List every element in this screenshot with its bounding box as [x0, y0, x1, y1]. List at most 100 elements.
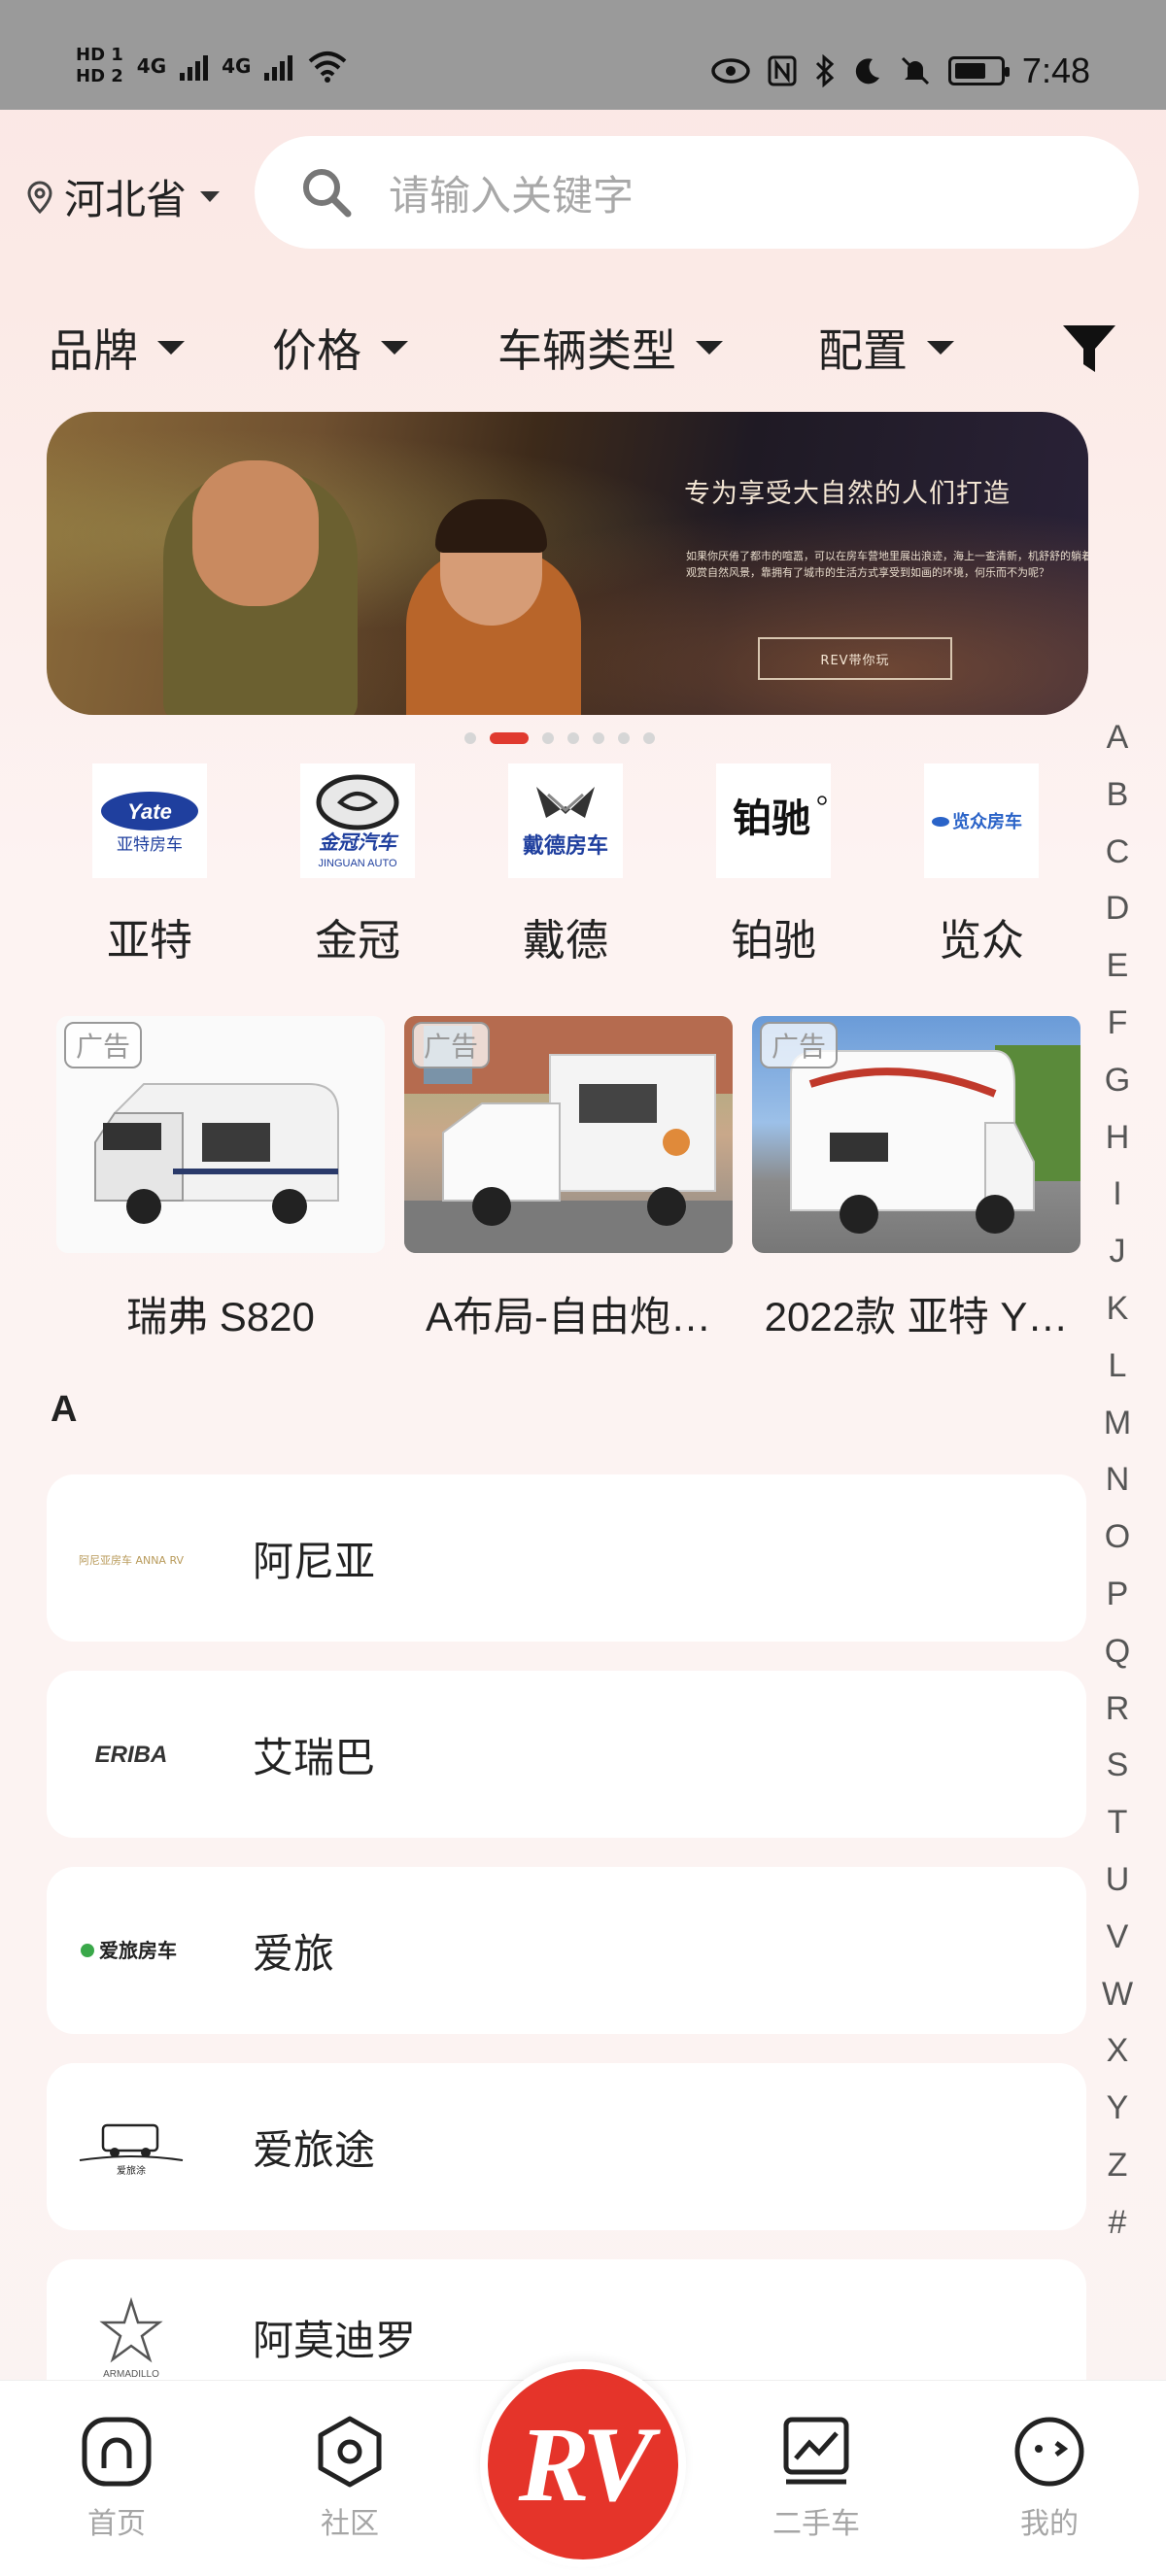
daide-logo: 戴德房车: [523, 787, 608, 859]
index-letter[interactable]: Z: [1108, 2137, 1128, 2194]
carousel-dot-active[interactable]: [490, 732, 529, 744]
community-icon: [318, 2416, 382, 2488]
caret-down-icon: [200, 191, 221, 202]
index-letter[interactable]: R: [1106, 1680, 1130, 1738]
index-letter[interactable]: #: [1109, 2194, 1127, 2252]
svg-text:览众房车: 览众房车: [952, 811, 1022, 832]
index-letter[interactable]: D: [1106, 880, 1130, 937]
index-letter[interactable]: E: [1107, 937, 1129, 995]
network2-text: 4G: [222, 54, 252, 78]
status-right: 7:48: [711, 51, 1090, 91]
index-letter[interactable]: P: [1107, 1566, 1129, 1623]
list-item[interactable]: 爱旅房车 爱旅: [47, 1867, 1086, 2034]
section-header: A: [51, 1389, 78, 1430]
hd2-text: HD 2: [76, 66, 123, 86]
carousel-dot[interactable]: [464, 732, 476, 744]
list-logo: 爱旅房车: [78, 1921, 185, 1980]
list-item[interactable]: ERIBA 艾瑞巴: [47, 1671, 1086, 1838]
list-logo: ERIBA: [78, 1725, 185, 1783]
index-letter[interactable]: O: [1105, 1508, 1130, 1566]
filter-vehicle-type[interactable]: 车辆类型: [497, 316, 723, 380]
brand-logo: 铂驰: [716, 763, 831, 878]
ad-card[interactable]: 广告 A布局-自由炮…: [404, 1016, 733, 1343]
index-letter[interactable]: L: [1109, 1338, 1127, 1395]
banner-title: 专为享受大自然的人们打造: [684, 479, 1011, 509]
status-bar: HD 1 HD 2 4G 4G 7:48: [0, 0, 1166, 110]
search-bar[interactable]: 请输入关键字: [255, 136, 1139, 249]
index-letter[interactable]: A: [1107, 709, 1129, 766]
nav-community[interactable]: 社区: [272, 2416, 428, 2542]
index-letter[interactable]: M: [1104, 1395, 1131, 1452]
caret-down-icon: [381, 341, 408, 355]
ad-tag: 广告: [412, 1022, 491, 1068]
index-letter[interactable]: T: [1108, 1794, 1128, 1851]
nav-mine[interactable]: 我的: [972, 2416, 1127, 2542]
index-letter[interactable]: N: [1106, 1451, 1130, 1508]
brand-item-daide[interactable]: 戴德房车 戴德: [468, 763, 663, 967]
carousel-dot[interactable]: [618, 732, 630, 744]
index-letter[interactable]: H: [1106, 1109, 1130, 1167]
nav-used-car[interactable]: 二手车: [738, 2416, 894, 2542]
index-letter[interactable]: Y: [1107, 2080, 1129, 2137]
svg-text:Yate: Yate: [127, 799, 172, 824]
carousel-dot[interactable]: [542, 732, 554, 744]
list-item[interactable]: 阿尼亚房车 ANNA RV 阿尼亚: [47, 1474, 1086, 1642]
svg-text:阿尼亚房车 ANNA RV: 阿尼亚房车 ANNA RV: [79, 1553, 185, 1567]
yate-logo: Yate 亚特房车: [101, 792, 198, 855]
index-letter[interactable]: I: [1113, 1166, 1121, 1223]
index-letter[interactable]: J: [1110, 1223, 1126, 1280]
rv-center-button[interactable]: RV: [480, 2361, 686, 2567]
filter-brand[interactable]: 品牌: [49, 316, 185, 380]
carousel-dot[interactable]: [567, 732, 579, 744]
carousel-dot[interactable]: [643, 732, 655, 744]
ad-card[interactable]: 广告 瑞弗 S820: [56, 1016, 385, 1343]
ad-card[interactable]: 广告 2022款 亚特 Y…: [752, 1016, 1080, 1343]
hd-indicator: HD 1 HD 2: [76, 45, 123, 87]
hd1-text: HD 1: [76, 45, 123, 65]
index-letter[interactable]: G: [1105, 1052, 1130, 1109]
list-logo: 阿尼亚房车 ANNA RV: [78, 1529, 185, 1587]
index-letter[interactable]: Q: [1105, 1623, 1130, 1680]
list-item[interactable]: 爱旅涂 爱旅途: [47, 2063, 1086, 2230]
nav-home[interactable]: 首页: [39, 2416, 194, 2542]
index-letter[interactable]: F: [1108, 995, 1128, 1052]
brand-logo: 金冠汽车 JINGUAN AUTO: [300, 763, 415, 878]
promo-banner[interactable]: 专为享受大自然的人们打造 如果你厌倦了都市的喧嚣，可以在房车营地里展出浪迹，海上…: [47, 412, 1088, 715]
chart-trend-icon: [783, 2417, 849, 2485]
brand-name: 金冠: [315, 916, 400, 966]
carousel-dot[interactable]: [593, 732, 604, 744]
ad-tag: 广告: [64, 1022, 143, 1068]
filter-price[interactable]: 价格: [272, 316, 408, 380]
svg-text:爱旅涂: 爱旅涂: [117, 2164, 146, 2176]
ad-title: A布局-自由炮…: [425, 1294, 711, 1339]
index-letter[interactable]: K: [1107, 1280, 1129, 1338]
index-letter[interactable]: C: [1106, 824, 1130, 881]
brand-item-lanzhong[interactable]: 览众房车 览众: [884, 763, 1079, 967]
alphabet-index[interactable]: A B C D E F G H I J K L M N O P Q R S T …: [1090, 709, 1145, 2252]
ad-image: 广告: [752, 1016, 1080, 1253]
svg-text:JINGUAN AUTO: JINGUAN AUTO: [318, 858, 397, 869]
index-letter[interactable]: V: [1107, 1909, 1129, 1966]
ad-title: 瑞弗 S820: [126, 1294, 315, 1339]
index-letter[interactable]: U: [1106, 1851, 1130, 1909]
nfc-icon: [768, 55, 797, 86]
filter-config[interactable]: 配置: [818, 316, 954, 380]
list-item-label: 艾瑞巴: [253, 1733, 376, 1781]
brand-logo: 戴德房车: [508, 763, 623, 878]
brand-item-jinguan[interactable]: 金冠汽车 JINGUAN AUTO 金冠: [260, 763, 455, 967]
ad-image: 广告: [404, 1016, 733, 1253]
list-logo: ARMADILLO: [78, 2293, 185, 2381]
index-letter[interactable]: S: [1107, 1737, 1129, 1794]
brand-item-yate[interactable]: Yate 亚特房车 亚特: [52, 763, 247, 967]
brand-logo: Yate 亚特房车: [92, 763, 207, 878]
index-letter[interactable]: B: [1107, 766, 1129, 824]
funnel-icon[interactable]: [1061, 323, 1117, 376]
banner-button[interactable]: REV带你玩: [758, 637, 952, 680]
index-letter[interactable]: W: [1102, 1966, 1133, 2023]
list-item-label: 阿莫迪罗: [253, 2316, 417, 2364]
search-input[interactable]: 请输入关键字: [389, 163, 634, 222]
index-letter[interactable]: X: [1107, 2022, 1129, 2080]
brand-item-bochi[interactable]: 铂驰 铂驰: [676, 763, 871, 967]
location-selector[interactable]: 河北省: [25, 167, 221, 226]
signal-icon-2: [264, 51, 293, 81]
